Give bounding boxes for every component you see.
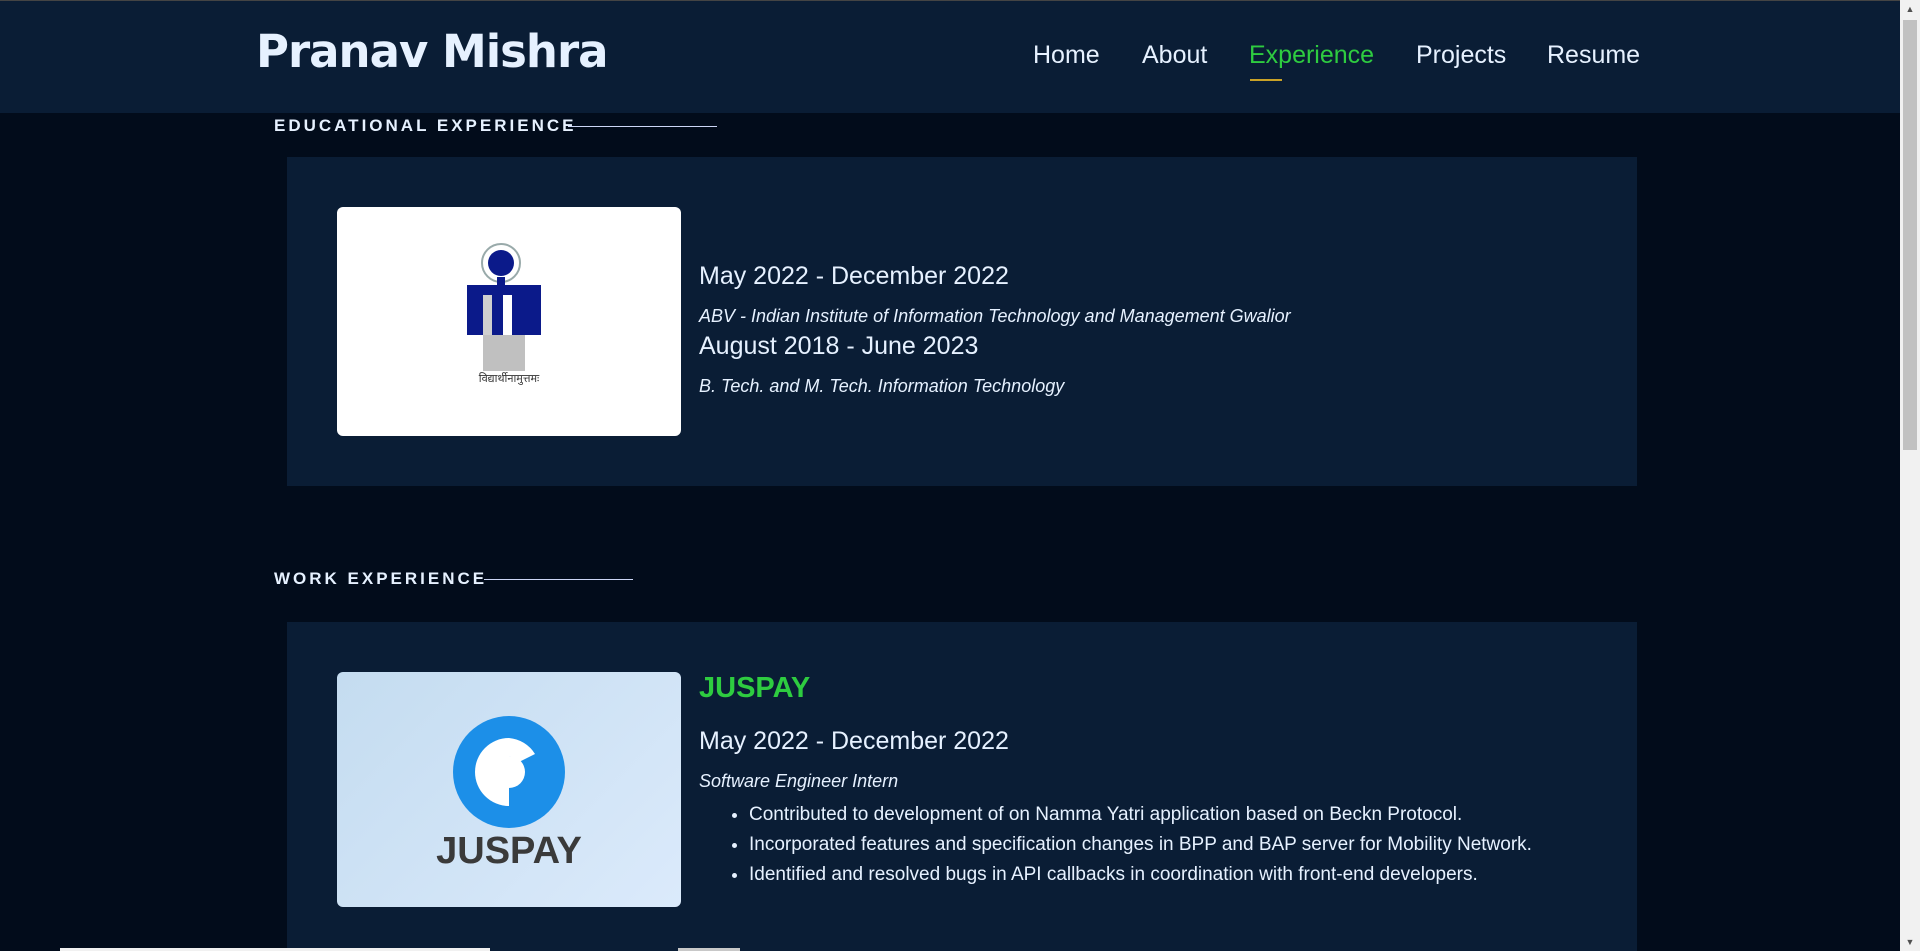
list-item: Identified and resolved bugs in API call… (749, 860, 1532, 890)
work-logo: JUSPAY (337, 672, 681, 907)
list-item: Incorporated features and specification … (749, 830, 1532, 860)
education-date-1: May 2022 - December 2022 (699, 262, 1009, 290)
scrollbar-thumb[interactable] (1903, 20, 1917, 450)
education-institution: ABV - Indian Institute of Information Te… (699, 306, 1291, 326)
nav-experience[interactable]: Experience (1249, 41, 1374, 70)
education-degree: B. Tech. and M. Tech. Information Techno… (699, 376, 1065, 396)
active-nav-indicator (1250, 79, 1282, 81)
nav-projects[interactable]: Projects (1416, 41, 1506, 70)
list-item: Contributed to development of on Namma Y… (749, 800, 1532, 830)
nav-home[interactable]: Home (1033, 41, 1100, 70)
work-section-title: WORK EXPERIENCE (274, 569, 488, 588)
education-logo: विद्यार्थीनामुत्तमः (337, 207, 681, 436)
nav-about[interactable]: About (1142, 41, 1207, 70)
navbar: Pranav Mishra Home About Experience Proj… (0, 1, 1900, 113)
education-title-line (568, 126, 717, 127)
site-brand[interactable]: Pranav Mishra (256, 25, 609, 78)
work-date: May 2022 - December 2022 (699, 727, 1009, 755)
work-company: JUSPAY (699, 672, 811, 704)
juspay-logo-text: JUSPAY (436, 830, 582, 872)
education-card: विद्यार्थीनामुत्तमः May 2022 - December … (287, 157, 1637, 486)
scroll-up-icon[interactable]: ▲ (1900, 0, 1920, 18)
logo-caption: विद्यार्थीनामुत्तमः (478, 372, 540, 385)
vertical-scrollbar[interactable]: ▲ ▼ (1900, 0, 1920, 951)
work-bullets: Contributed to development of on Namma Y… (699, 800, 1532, 890)
education-section-title: EDUCATIONAL EXPERIENCE (274, 116, 577, 135)
nav-resume[interactable]: Resume (1547, 41, 1640, 70)
work-card: JUSPAY JUSPAY May 2022 - December 2022 S… (287, 622, 1637, 951)
scroll-down-icon[interactable]: ▼ (1900, 933, 1920, 951)
education-date-2: August 2018 - June 2023 (699, 332, 979, 360)
iiitm-gwalior-logo-icon (467, 243, 541, 371)
work-role: Software Engineer Intern (699, 771, 899, 791)
work-title-line (484, 579, 633, 580)
